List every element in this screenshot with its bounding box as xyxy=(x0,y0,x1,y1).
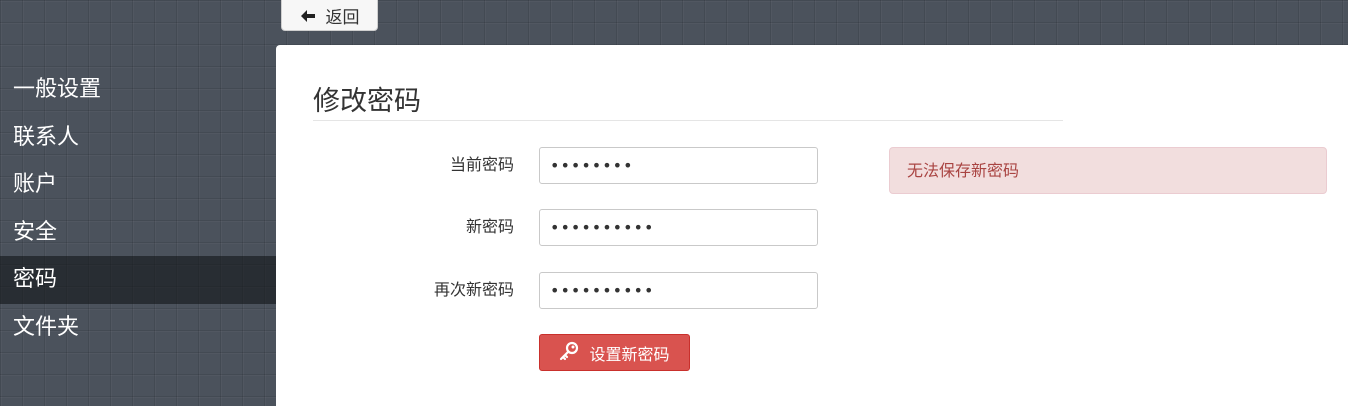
back-button[interactable]: 返回 xyxy=(281,0,378,31)
main-panel: 修改密码 当前密码 新密码 再次新密码 设置新密码 无法保存新密码 xyxy=(276,45,1348,406)
sidebar-item-general[interactable]: 一般设置 xyxy=(0,66,276,114)
confirm-password-input[interactable] xyxy=(539,272,818,309)
sidebar-item-password[interactable]: 密码 xyxy=(0,256,276,304)
current-password-label: 当前密码 xyxy=(449,155,514,174)
error-alert: 无法保存新密码 xyxy=(889,147,1327,194)
new-password-label: 新密码 xyxy=(465,217,514,236)
confirm-password-label: 再次新密码 xyxy=(433,280,514,299)
sidebar-item-security[interactable]: 安全 xyxy=(0,209,276,257)
back-button-label: 返回 xyxy=(325,8,360,28)
settings-sidebar: 一般设置 联系人 账户 安全 密码 文件夹 xyxy=(0,66,276,352)
new-password-input[interactable] xyxy=(539,209,818,246)
sidebar-item-account[interactable]: 账户 xyxy=(0,161,276,209)
current-password-input[interactable] xyxy=(539,147,818,184)
sidebar-item-folders[interactable]: 文件夹 xyxy=(0,304,276,352)
title-divider xyxy=(313,120,1063,121)
page-title: 修改密码 xyxy=(313,86,421,117)
set-new-password-button[interactable]: 设置新密码 xyxy=(539,334,690,371)
key-icon xyxy=(559,341,579,365)
arrow-left-icon xyxy=(300,9,316,23)
sidebar-item-contacts[interactable]: 联系人 xyxy=(0,114,276,162)
set-new-password-label: 设置新密码 xyxy=(589,344,670,364)
